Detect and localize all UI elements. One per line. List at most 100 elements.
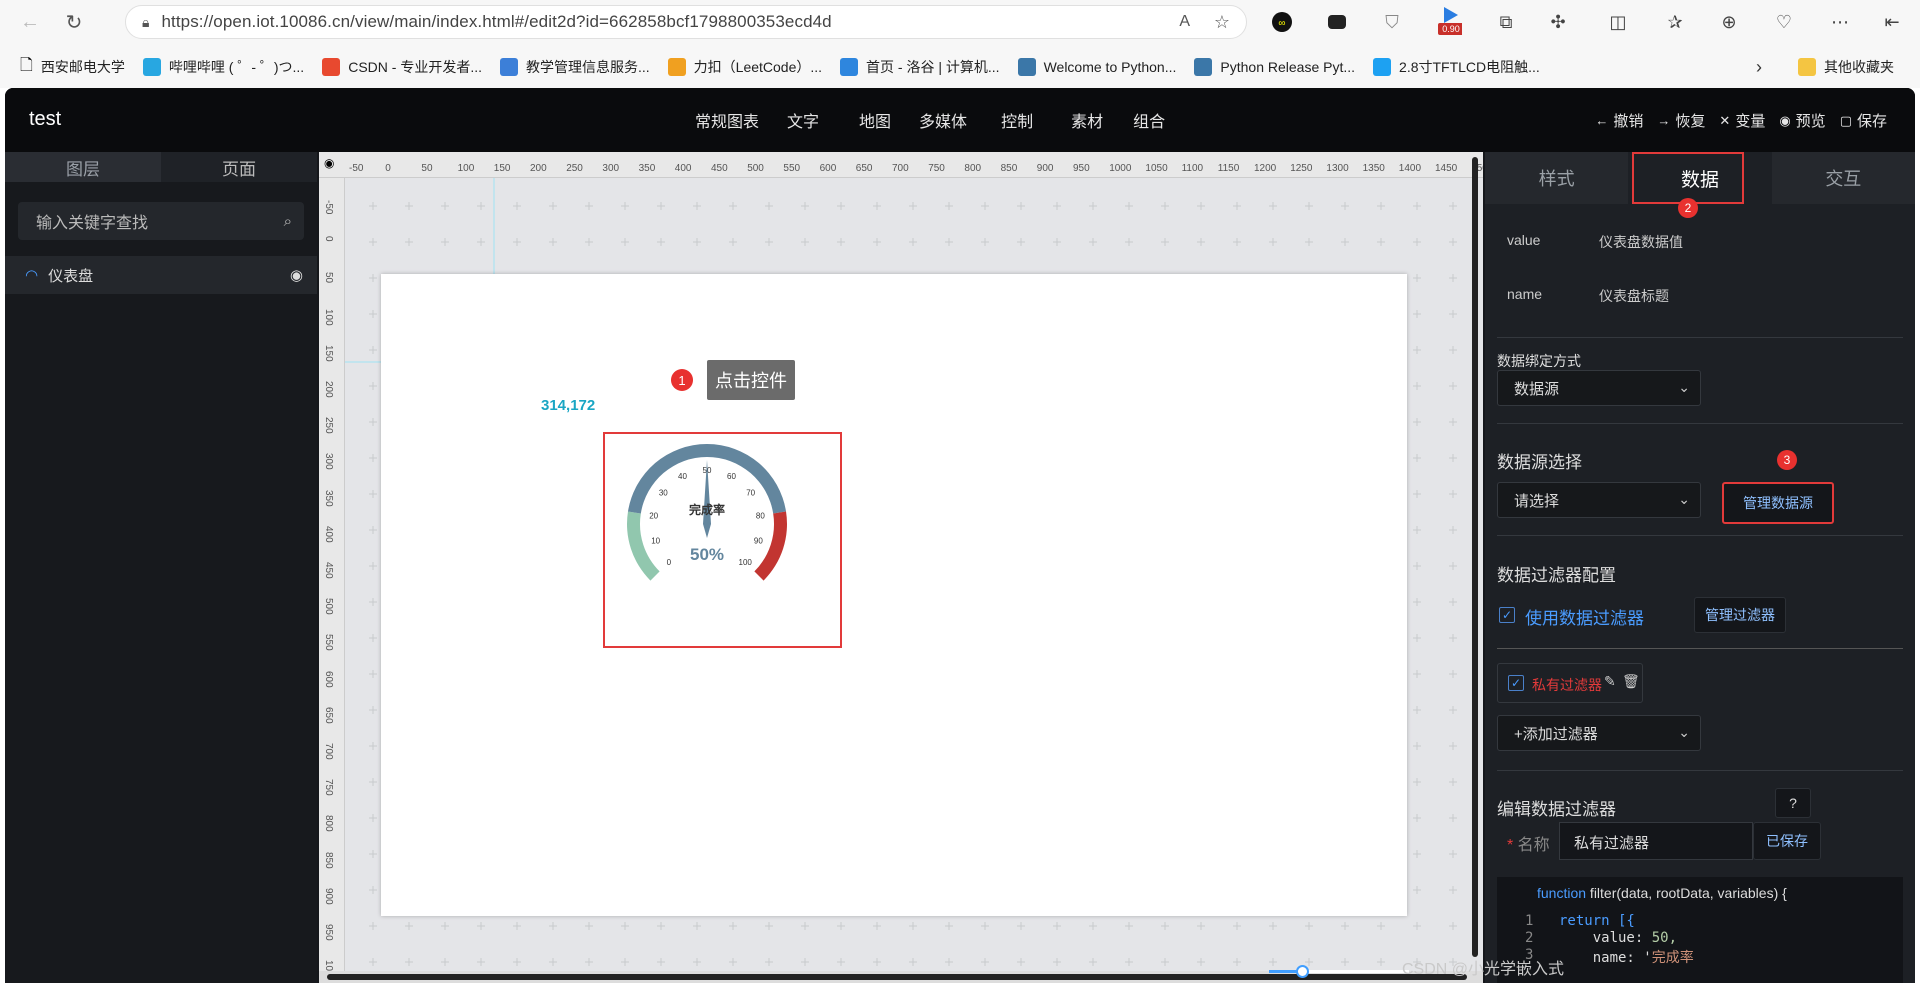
bookmark-item[interactable]: Python Release Pyt...: [1194, 58, 1355, 76]
trash-icon[interactable]: 🗑︎: [1622, 673, 1640, 690]
bookmark-item[interactable]: 西安邮电大学: [41, 57, 125, 77]
ruler-tick-label: 950: [323, 924, 334, 941]
divider: [1497, 423, 1903, 424]
code-line: name: '完成率: [1559, 950, 1694, 966]
manage-source-button[interactable]: 管理数据源: [1722, 482, 1834, 524]
saved-button[interactable]: 已保存: [1753, 822, 1821, 860]
ruler-tick-label: 500: [747, 163, 764, 174]
menu-group[interactable]: 组合: [1133, 108, 1165, 132]
ruler-tick-label: 350: [323, 489, 334, 507]
shield-icon[interactable]: ⛉: [1380, 10, 1404, 34]
tab-pages[interactable]: 页面: [161, 152, 317, 182]
name-label: * 名称: [1507, 837, 1550, 854]
binding-select[interactable]: 数据源 ⌄: [1497, 370, 1701, 406]
tab-interaction[interactable]: 交互: [1772, 152, 1915, 204]
split-screen-icon[interactable]: ◫: [1606, 10, 1630, 34]
menu-map[interactable]: 地图: [859, 108, 891, 132]
bookmark-item[interactable]: 哔哩哔哩 ( ゜- ゜)つ...: [142, 57, 304, 77]
use-filter-checkbox[interactable]: ✓: [1499, 607, 1515, 623]
bookmark-item[interactable]: 2.8寸TFTLCD电阻触...: [1373, 57, 1540, 77]
variables-button[interactable]: ✕ 变量: [1719, 110, 1765, 131]
read-aloud-icon[interactable]: A: [1179, 13, 1190, 31]
ruler-tick-label: 1300: [1326, 163, 1349, 174]
ruler-tick-label: 100: [457, 163, 475, 174]
menu-material[interactable]: 素材: [1071, 108, 1103, 132]
ruler-tick-label: 300: [323, 453, 334, 471]
extension-icon[interactable]: 0.90: [1438, 7, 1462, 35]
filter-checkbox[interactable]: ✓: [1508, 675, 1524, 691]
ruler-tick-label: 1250: [1290, 163, 1313, 174]
extension-icon[interactable]: ∞: [1270, 10, 1294, 34]
back-icon[interactable]: ←: [12, 4, 48, 40]
editor-canvas[interactable]: -50 0 50 100 150 200 250 300 350 400 450 500 550 600 6…: [319, 152, 1483, 983]
preview-button[interactable]: ◉ 预览: [1779, 110, 1825, 131]
extensions-icon[interactable]: ✣: [1546, 10, 1570, 34]
menu-charts[interactable]: 常规图表: [695, 108, 759, 132]
bookmark-item[interactable]: 教学管理信息服务...: [499, 57, 650, 77]
filter-name-input[interactable]: 私有过滤器: [1559, 822, 1753, 860]
layer-search-input[interactable]: 输入关键字查找 ⌕: [18, 202, 304, 240]
scroll-thumb[interactable]: [1472, 157, 1478, 957]
eye-icon[interactable]: ◉: [324, 156, 334, 170]
code-header: function filter(data, rootData, variable…: [1537, 885, 1787, 901]
other-bookmarks[interactable]: 其他收藏夹: [1798, 57, 1894, 77]
bookmark-item[interactable]: Welcome to Python...: [1017, 58, 1176, 76]
ruler-tick-label: 0: [323, 236, 334, 242]
chevron-right-icon[interactable]: ›: [1756, 57, 1762, 78]
menu-media[interactable]: 多媒体: [919, 108, 967, 132]
ruler-left: -50 0 50 100 150 200 250 300 350 400 450 500 550 600 6…: [319, 178, 345, 983]
ruler-tick-label: 150: [493, 163, 511, 174]
manage-filter-button[interactable]: 管理过滤器: [1694, 597, 1786, 633]
save-button[interactable]: ▢ 保存: [1840, 110, 1887, 131]
collections-icon[interactable]: ⧉: [1494, 10, 1518, 34]
health-icon[interactable]: ♡: [1772, 10, 1796, 34]
app-window: test 常规图表 文字 地图 多媒体 控制 素材 组合 ← 撤销 → 恢复 ✕ 变量…: [5, 88, 1915, 983]
url-bar[interactable]: 🔒︎ https://open.iot.10086.cn/view/main/i…: [125, 5, 1247, 39]
step-badge: 3: [1777, 450, 1797, 470]
tab-collections-icon[interactable]: ⊕: [1717, 10, 1741, 34]
bilibili-icon: [142, 58, 161, 76]
app-header: test 常规图表 文字 地图 多媒体 控制 素材 组合 ← 撤销 → 恢复 ✕ 变量…: [5, 88, 1915, 152]
zoom-slider[interactable]: [1269, 965, 1409, 978]
bookmark-item[interactable]: 力扣（LeetCode）...: [667, 57, 822, 77]
refresh-icon[interactable]: ↻: [56, 4, 92, 40]
step-badge: 1: [671, 369, 693, 391]
ruler-tick-label: 450: [323, 562, 334, 579]
ruler-tick-label: 1050: [1145, 163, 1168, 174]
source-select[interactable]: 请选择 ⌄: [1497, 482, 1701, 518]
undo-button[interactable]: ← 撤销: [1595, 110, 1643, 131]
favorite-icon[interactable]: ☆: [1214, 12, 1230, 33]
bookmark-item[interactable]: 首页 - 洛谷 | 计算机...: [840, 57, 1000, 77]
url-text: https://open.iot.10086.cn/view/main/inde…: [161, 12, 832, 31]
ruler-tick-label: 1400: [1398, 163, 1422, 174]
menu-text[interactable]: 文字: [787, 108, 819, 132]
ruler-tick-label: 250: [566, 163, 583, 174]
edit-icon[interactable]: ✎: [1604, 673, 1616, 690]
favorites-icon[interactable]: ✰: [1663, 10, 1687, 34]
tab-style[interactable]: 样式: [1485, 152, 1628, 204]
ruler-tick-label: 850: [323, 851, 334, 869]
layer-item-gauge[interactable]: ◠ 仪表盘 ◉: [5, 256, 317, 294]
bookmark-item[interactable]: CSDN - 专业开发者...: [322, 57, 482, 77]
zoom-knob[interactable]: [1296, 965, 1309, 978]
tab-layers[interactable]: 图层: [5, 152, 161, 182]
artboard[interactable]: [381, 274, 1407, 916]
more-icon[interactable]: ⋯: [1828, 10, 1852, 34]
ruler-tick-label: -50: [323, 200, 334, 215]
extension-icon[interactable]: [1325, 10, 1349, 34]
add-filter-select[interactable]: +添加过滤器 ⌄: [1497, 715, 1701, 751]
use-filter-label[interactable]: 使用数据过滤器: [1525, 604, 1644, 629]
sidebar-icon[interactable]: ⇤: [1880, 10, 1904, 34]
filter-name: 私有过滤器: [1532, 677, 1602, 693]
csdn-icon: [322, 58, 341, 76]
menu-control[interactable]: 控制: [1001, 108, 1033, 132]
vertical-scrollbar[interactable]: [1469, 157, 1479, 957]
help-button[interactable]: ?: [1775, 788, 1811, 818]
filter-chip[interactable]: ✓ 私有过滤器 ✎ 🗑︎: [1497, 663, 1643, 703]
ruler-tick-label: 900: [1036, 163, 1054, 174]
redo-button[interactable]: → 恢复: [1657, 110, 1705, 131]
ruler-tick-label: -50: [349, 163, 364, 174]
search-icon[interactable]: ⌕: [284, 213, 292, 230]
field-row-name: name 仪表盘标题: [1507, 286, 1669, 304]
eye-icon[interactable]: ◉: [290, 266, 303, 284]
